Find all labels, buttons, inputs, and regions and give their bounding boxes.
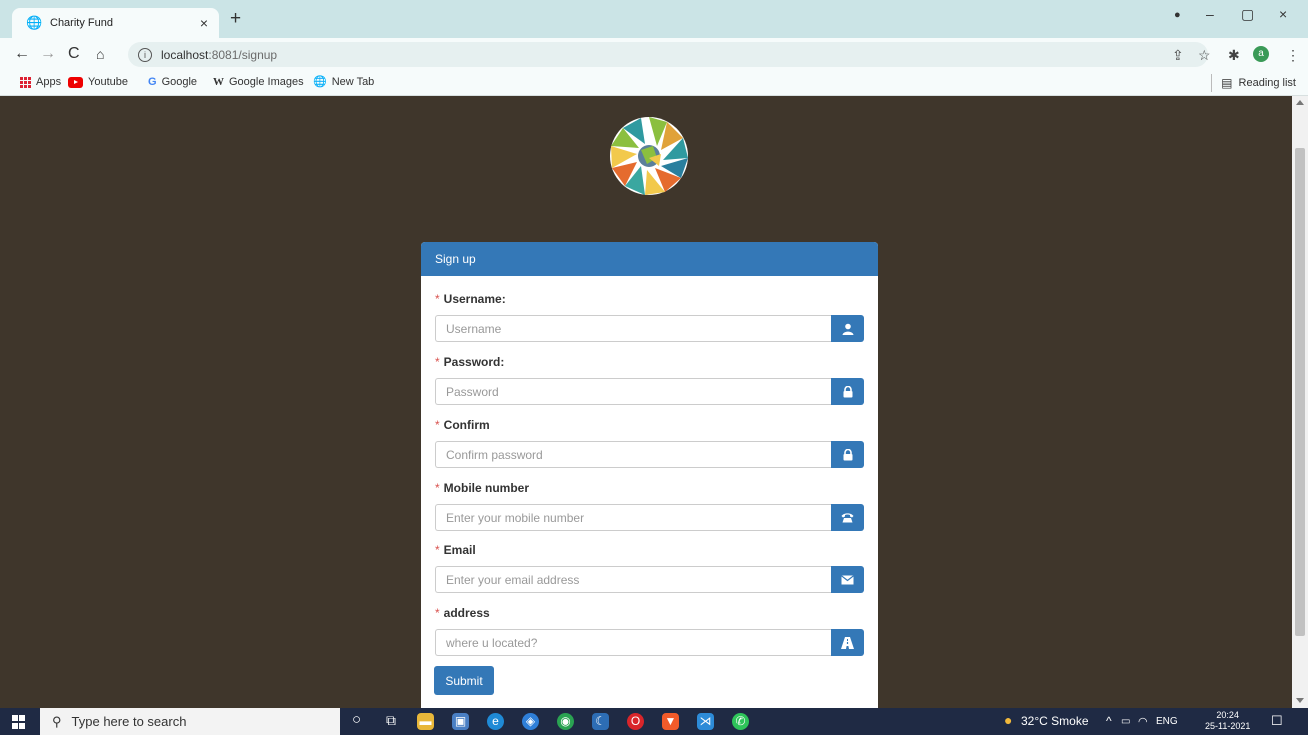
globe-icon: 🌐 xyxy=(26,15,43,30)
password-field-group: * Password: xyxy=(435,355,864,405)
submit-button[interactable]: Submit xyxy=(434,666,494,695)
address-label: * address xyxy=(435,606,490,620)
home-icon[interactable]: ⌂ xyxy=(96,46,104,62)
confirm-field-group: * Confirm xyxy=(435,418,864,468)
url-text: localhost:8081/signup xyxy=(161,47,278,62)
chrome-icon[interactable]: ◉ xyxy=(557,713,574,730)
vscode-icon[interactable]: ⋊ xyxy=(697,713,714,730)
weather-text[interactable]: 32°C Smoke xyxy=(1021,714,1089,728)
task-view-icon[interactable]: ⧉ xyxy=(386,712,396,729)
store-icon[interactable]: ▣ xyxy=(452,713,469,730)
reload-icon[interactable]: C xyxy=(68,46,80,62)
phone-icon xyxy=(831,504,864,531)
page-content: Sign up *Username: *Password: *Confirm xyxy=(0,96,1292,708)
clock-time: 20:24 xyxy=(1216,710,1239,720)
scroll-thumb[interactable] xyxy=(1295,148,1305,636)
taskbar: ⚲ Type here to search ○ ⧉ ▬ ▣ e ◈ ◉ ☾ O … xyxy=(0,708,1308,735)
taskbar-search[interactable]: ⚲ Type here to search xyxy=(40,708,340,735)
search-placeholder: Type here to search xyxy=(71,714,187,729)
lock-icon xyxy=(831,441,864,468)
close-tab-icon[interactable]: × xyxy=(195,15,213,31)
tab-charity-fund[interactable]: 🌐 Charity Fund × xyxy=(12,8,219,38)
brave-icon[interactable]: ▼ xyxy=(662,713,679,730)
bookmark-apps[interactable]: Apps xyxy=(20,76,61,88)
email-label: * Email xyxy=(435,543,476,557)
signup-header: Sign up xyxy=(421,242,878,276)
address-bar[interactable]: i localhost:8081/signup xyxy=(128,42,1208,67)
confirm-password-input[interactable] xyxy=(435,441,831,468)
opera-icon[interactable]: O xyxy=(627,713,644,730)
wifi-icon[interactable]: ◠ xyxy=(1138,715,1148,728)
username-field-group: * Username: xyxy=(435,292,864,342)
username-input[interactable] xyxy=(435,315,831,342)
file-explorer-icon[interactable]: ▬ xyxy=(417,713,434,730)
share-icon[interactable]: ⇪ xyxy=(1172,48,1184,62)
menu-icon[interactable]: ⋮ xyxy=(1286,48,1300,62)
safari-icon[interactable]: ◈ xyxy=(522,713,539,730)
reading-list-button[interactable]: ▤ Reading list xyxy=(1211,74,1296,92)
wikipedia-icon: W xyxy=(213,75,224,88)
profile-avatar[interactable]: a xyxy=(1253,46,1269,62)
globe-icon: 🌐 xyxy=(313,75,327,88)
apps-grid-icon xyxy=(20,76,31,88)
scroll-up-icon[interactable] xyxy=(1296,100,1304,105)
windows-start-icon[interactable] xyxy=(12,715,26,729)
charity-logo xyxy=(610,117,688,195)
google-icon: G xyxy=(148,75,157,88)
search-icon: ⚲ xyxy=(52,713,62,729)
language-indicator[interactable]: ENG xyxy=(1156,716,1178,727)
extensions-icon[interactable]: ✱ xyxy=(1228,48,1240,62)
road-icon xyxy=(831,629,864,656)
edge-icon[interactable]: e xyxy=(487,713,504,730)
maximize-button[interactable]: ▢ xyxy=(1241,6,1254,23)
cortana-icon[interactable]: ○ xyxy=(352,711,361,728)
clock[interactable]: 20:24 25-11-2021 xyxy=(1205,710,1250,732)
clock-date: 25-11-2021 xyxy=(1205,721,1251,731)
confirm-label: * Confirm xyxy=(435,418,490,432)
browser-toolbar: ← → C ⌂ i localhost:8081/signup ⇪ ☆ ✱ a … xyxy=(0,38,1308,72)
signup-card: Sign up *Username: *Password: *Confirm xyxy=(421,242,878,708)
battery-icon[interactable]: ▭ xyxy=(1121,716,1130,727)
bookmark-google-images[interactable]: W Google Images xyxy=(213,76,304,88)
reading-list-icon: ▤ xyxy=(1221,76,1233,90)
bookmark-google[interactable]: G Google xyxy=(148,76,197,88)
bookmark-new-tab[interactable]: 🌐 New Tab xyxy=(313,76,374,88)
bookmarks-bar: Apps Youtube G Google W Google Images 🌐 … xyxy=(0,72,1308,96)
back-icon[interactable]: ← xyxy=(14,46,30,62)
lock-icon xyxy=(831,378,864,405)
bookmark-youtube[interactable]: Youtube xyxy=(68,76,128,88)
youtube-icon xyxy=(68,76,83,88)
minimize-button[interactable]: – xyxy=(1206,6,1214,22)
address-field-group: * address xyxy=(435,606,864,656)
user-icon xyxy=(831,315,864,342)
mobile-input[interactable] xyxy=(435,504,831,531)
page-scrollbar[interactable] xyxy=(1292,96,1308,708)
username-label: * Username: xyxy=(435,292,506,306)
close-window-button[interactable]: × xyxy=(1279,6,1287,22)
bookmark-star-icon[interactable]: ☆ xyxy=(1198,48,1211,62)
mobile-label: * Mobile number xyxy=(435,481,530,495)
record-icon[interactable]: ● xyxy=(1174,9,1181,21)
whatsapp-icon[interactable]: ✆ xyxy=(732,713,749,730)
mobile-field-group: * Mobile number xyxy=(435,481,864,531)
email-field-group: * Email xyxy=(435,543,864,593)
eclipse-icon[interactable]: ☾ xyxy=(592,713,609,730)
notification-icon[interactable]: ☐ xyxy=(1271,713,1283,729)
weather-icon: ● xyxy=(1004,712,1013,728)
address-input[interactable] xyxy=(435,629,831,656)
new-tab-button[interactable]: + xyxy=(230,9,241,28)
password-label: * Password: xyxy=(435,355,505,369)
info-icon[interactable]: i xyxy=(138,47,152,62)
password-input[interactable] xyxy=(435,378,831,405)
tab-title: Charity Fund xyxy=(50,17,113,29)
chevron-up-icon[interactable]: ^ xyxy=(1106,714,1112,728)
scroll-down-icon[interactable] xyxy=(1296,698,1304,703)
forward-icon[interactable]: → xyxy=(40,46,56,62)
tab-strip: 🌐 Charity Fund × + ● – ▢ × xyxy=(0,0,1308,38)
divider xyxy=(1211,74,1213,92)
email-input[interactable] xyxy=(435,566,831,593)
envelope-icon xyxy=(831,566,864,593)
